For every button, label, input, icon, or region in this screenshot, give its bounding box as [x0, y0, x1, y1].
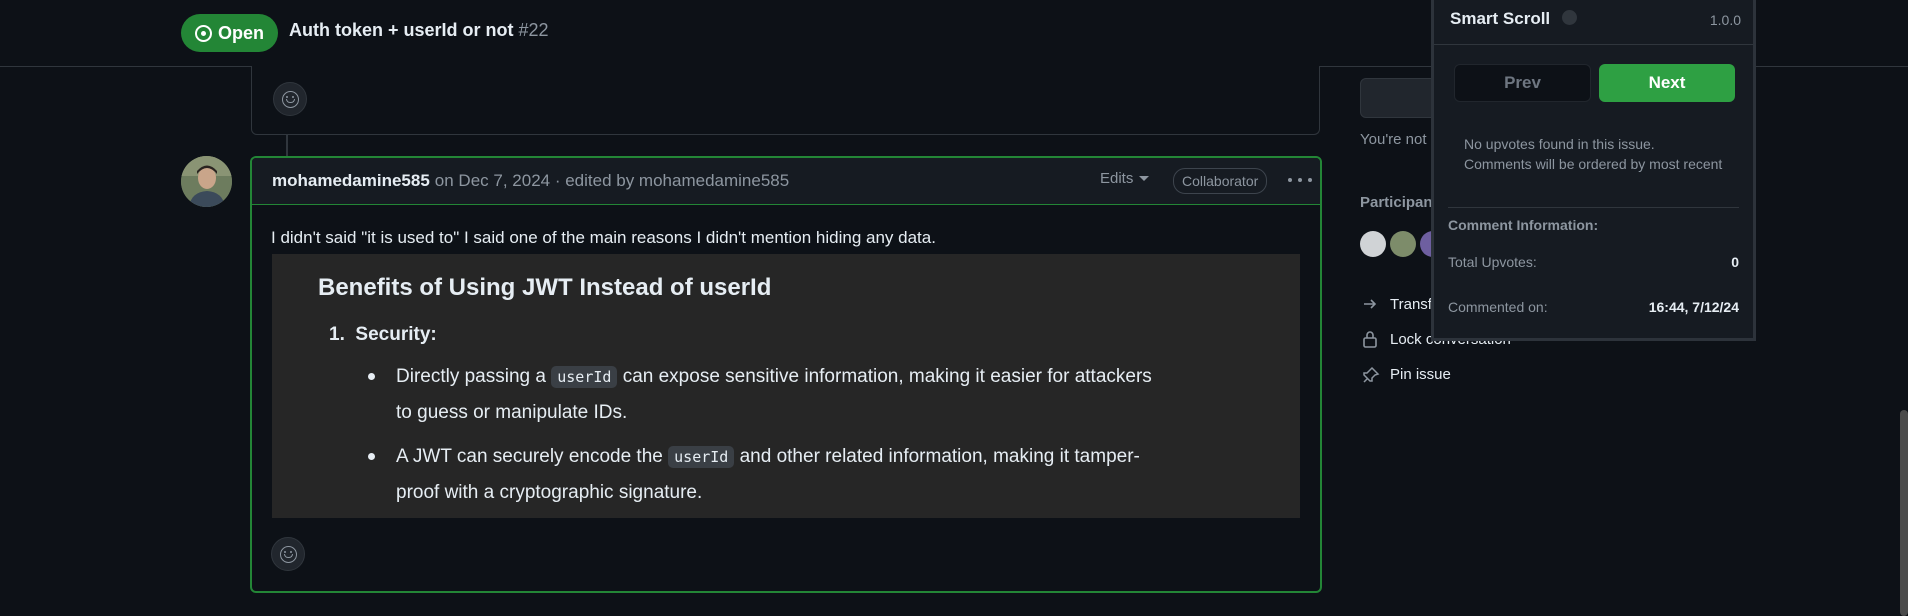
participant-avatar[interactable]	[1360, 231, 1386, 257]
total-upvotes-value: 0	[1731, 254, 1739, 270]
smiley-icon	[279, 545, 297, 563]
caret-down-icon	[1139, 176, 1150, 181]
pin-issue-link[interactable]: Pin issue	[1390, 366, 1451, 383]
timeline-connector	[286, 135, 288, 157]
issue-title[interactable]: Auth token + userId or not #22	[289, 20, 549, 41]
issue-title-text: Auth token + userId or not	[289, 20, 514, 40]
prev-button[interactable]: Prev	[1454, 64, 1591, 102]
kebab-menu-icon[interactable]	[1288, 170, 1312, 190]
quote-list-item: 1. Security:	[329, 324, 437, 346]
commented-on-value: 16:44, 7/12/24	[1648, 299, 1739, 315]
transfer-issue-link[interactable]: Transf	[1390, 296, 1432, 313]
list-number: 1.	[329, 324, 345, 345]
divider	[1448, 207, 1739, 208]
inline-code: userId	[668, 446, 735, 468]
subscribe-button[interactable]	[1360, 78, 1440, 118]
no-upvotes-message: No upvotes found in this issue. Comments…	[1464, 136, 1723, 172]
commented-on-label: Commented on:	[1448, 299, 1548, 315]
inline-code: userId	[551, 366, 618, 388]
next-button[interactable]: Next	[1599, 64, 1735, 102]
smart-scroll-version: 1.0.0	[1709, 12, 1741, 28]
participant-avatar[interactable]	[1390, 231, 1416, 257]
smart-scroll-title: Smart Scroll	[1450, 9, 1551, 28]
pin-icon	[1362, 366, 1380, 389]
smart-scroll-header: Smart Scroll 1.0.0	[1434, 0, 1753, 45]
smart-scroll-panel: Smart Scroll 1.0.0 Prev Next No upvotes …	[1431, 0, 1756, 341]
previous-comment-box	[251, 66, 1320, 135]
comment-box: mohamedamine585 on Dec 7, 2024 · edited …	[250, 156, 1322, 593]
issue-status-badge: Open	[181, 14, 278, 52]
list-item-title: Security:	[355, 324, 437, 345]
issue-opened-icon	[194, 24, 212, 42]
comment-info-heading: Comment Information:	[1448, 217, 1599, 233]
participants-label: Participant	[1360, 194, 1438, 211]
comment-meta[interactable]: on Dec 7, 2024 · edited by mohamedamine5…	[435, 171, 789, 191]
comment-header: mohamedamine585 on Dec 7, 2024 · edited …	[252, 158, 1320, 205]
total-upvotes-label: Total Upvotes:	[1448, 254, 1537, 270]
bullet-item: A JWT can securely encode the userId and…	[368, 439, 1140, 510]
comment-body-text: I didn't said "it is used to" I said one…	[271, 228, 936, 247]
comment-author[interactable]: mohamedamine585	[272, 171, 430, 191]
github-icon[interactable]	[1562, 10, 1577, 25]
collaborator-badge: Collaborator	[1173, 168, 1268, 194]
quote-heading: Benefits of Using JWT Instead of userId	[318, 274, 772, 301]
issue-status-label: Open	[217, 22, 264, 43]
bullet-item: Directly passing a userId can expose sen…	[368, 359, 1152, 430]
edits-label: Edits	[1100, 170, 1134, 187]
lock-icon	[1362, 330, 1378, 353]
arrow-right-icon	[1362, 296, 1378, 317]
notification-text: You're not	[1360, 131, 1427, 148]
avatar[interactable]	[181, 156, 232, 207]
add-reaction-button[interactable]	[271, 537, 305, 571]
edits-dropdown[interactable]: Edits	[1100, 170, 1150, 187]
quoted-block: Benefits of Using JWT Instead of userId …	[272, 254, 1300, 518]
page-scrollbar[interactable]	[1900, 410, 1908, 616]
smiley-icon	[281, 90, 299, 108]
add-reaction-button[interactable]	[273, 82, 307, 116]
issue-number: #22	[518, 20, 549, 40]
